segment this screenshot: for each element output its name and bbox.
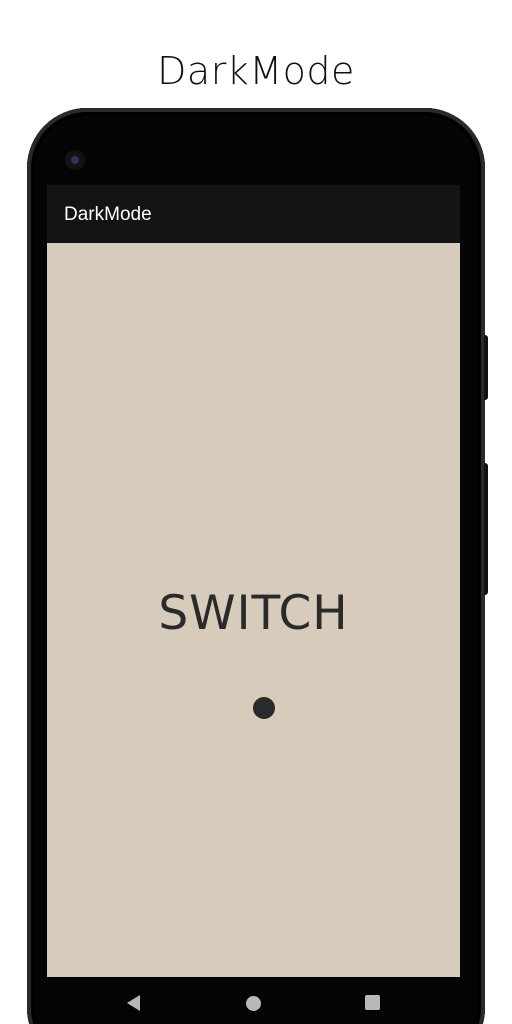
app-bar-title: DarkMode (64, 204, 152, 225)
front-camera-icon (65, 150, 85, 170)
back-icon[interactable] (127, 995, 140, 1011)
navigation-bar (47, 977, 460, 1024)
dark-mode-toggle[interactable] (253, 697, 275, 719)
power-button (484, 335, 488, 400)
home-icon[interactable] (246, 996, 261, 1011)
store-title: DarkMode (157, 49, 355, 93)
volume-button (484, 463, 488, 595)
recents-icon[interactable] (365, 995, 380, 1010)
app-screen: DarkMode SWITCH (47, 185, 460, 977)
switch-label[interactable]: SWITCH (47, 585, 460, 643)
app-bar: DarkMode (47, 185, 460, 243)
